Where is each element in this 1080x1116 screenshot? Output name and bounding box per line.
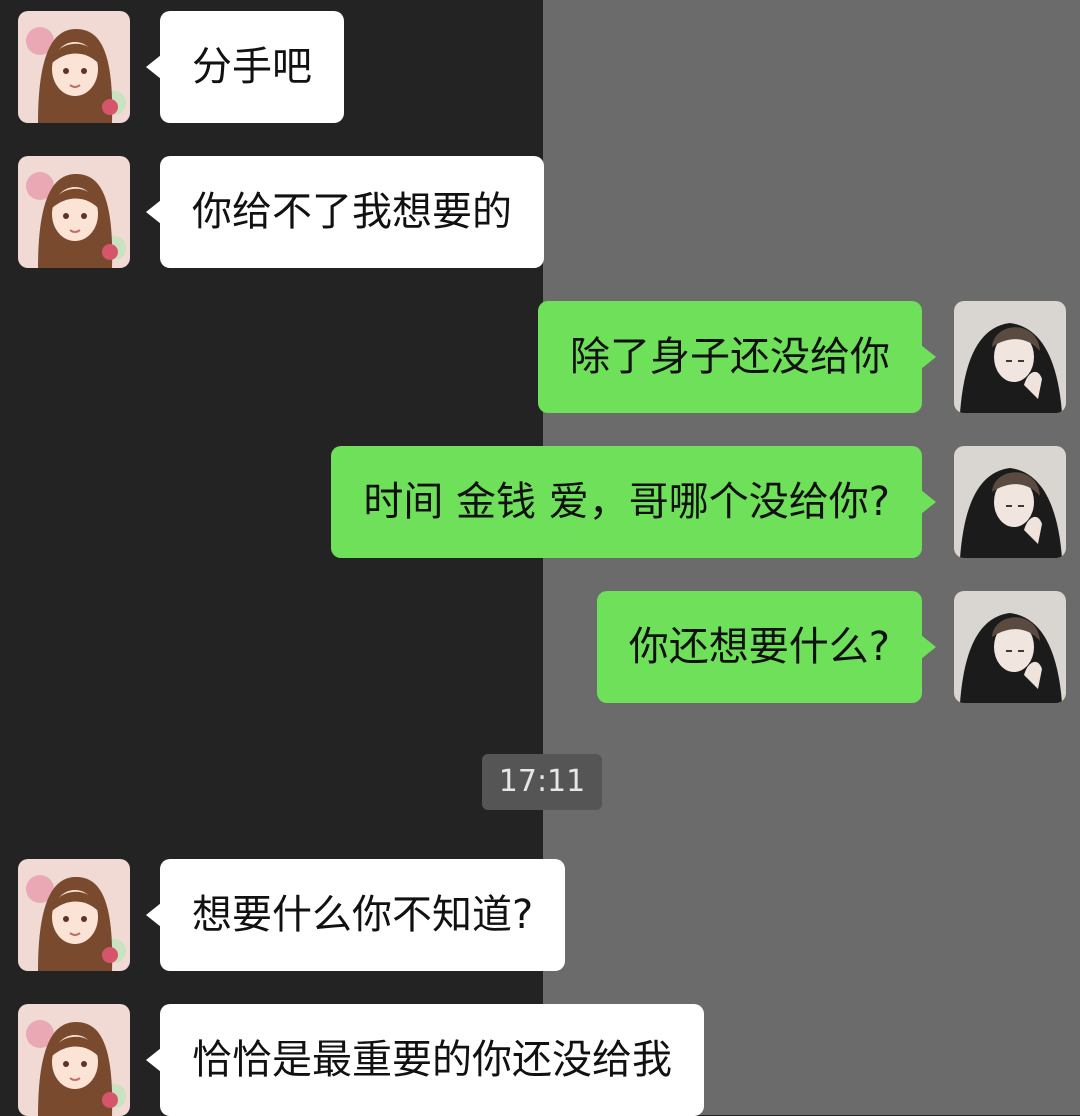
boy-avatar-icon[interactable] xyxy=(954,446,1066,558)
message-bubble-outgoing[interactable]: 时间 金钱 爱，哥哪个没给你? xyxy=(331,446,936,558)
girl-avatar-icon[interactable] xyxy=(18,859,130,971)
message-bubble-incoming[interactable]: 你给不了我想要的 xyxy=(146,156,544,268)
boy-avatar-icon[interactable] xyxy=(954,591,1066,703)
message-bubble-incoming[interactable]: 想要什么你不知道? xyxy=(145,859,566,971)
message-bubble-incoming[interactable]: 分手吧 xyxy=(146,11,344,123)
girl-avatar-icon[interactable] xyxy=(18,156,130,268)
boy-avatar-icon[interactable] xyxy=(954,301,1066,413)
message-bubble-incoming[interactable]: 恰恰是最重要的你还没给我 xyxy=(146,1004,704,1116)
message-bubble-outgoing[interactable]: 除了身子还没给你 xyxy=(538,301,936,413)
message-bubble-outgoing[interactable]: 你还想要什么? xyxy=(596,591,937,703)
timestamp-label: 17:11 xyxy=(482,754,602,810)
girl-avatar-icon[interactable] xyxy=(18,1004,130,1116)
girl-avatar-icon[interactable] xyxy=(18,11,130,123)
